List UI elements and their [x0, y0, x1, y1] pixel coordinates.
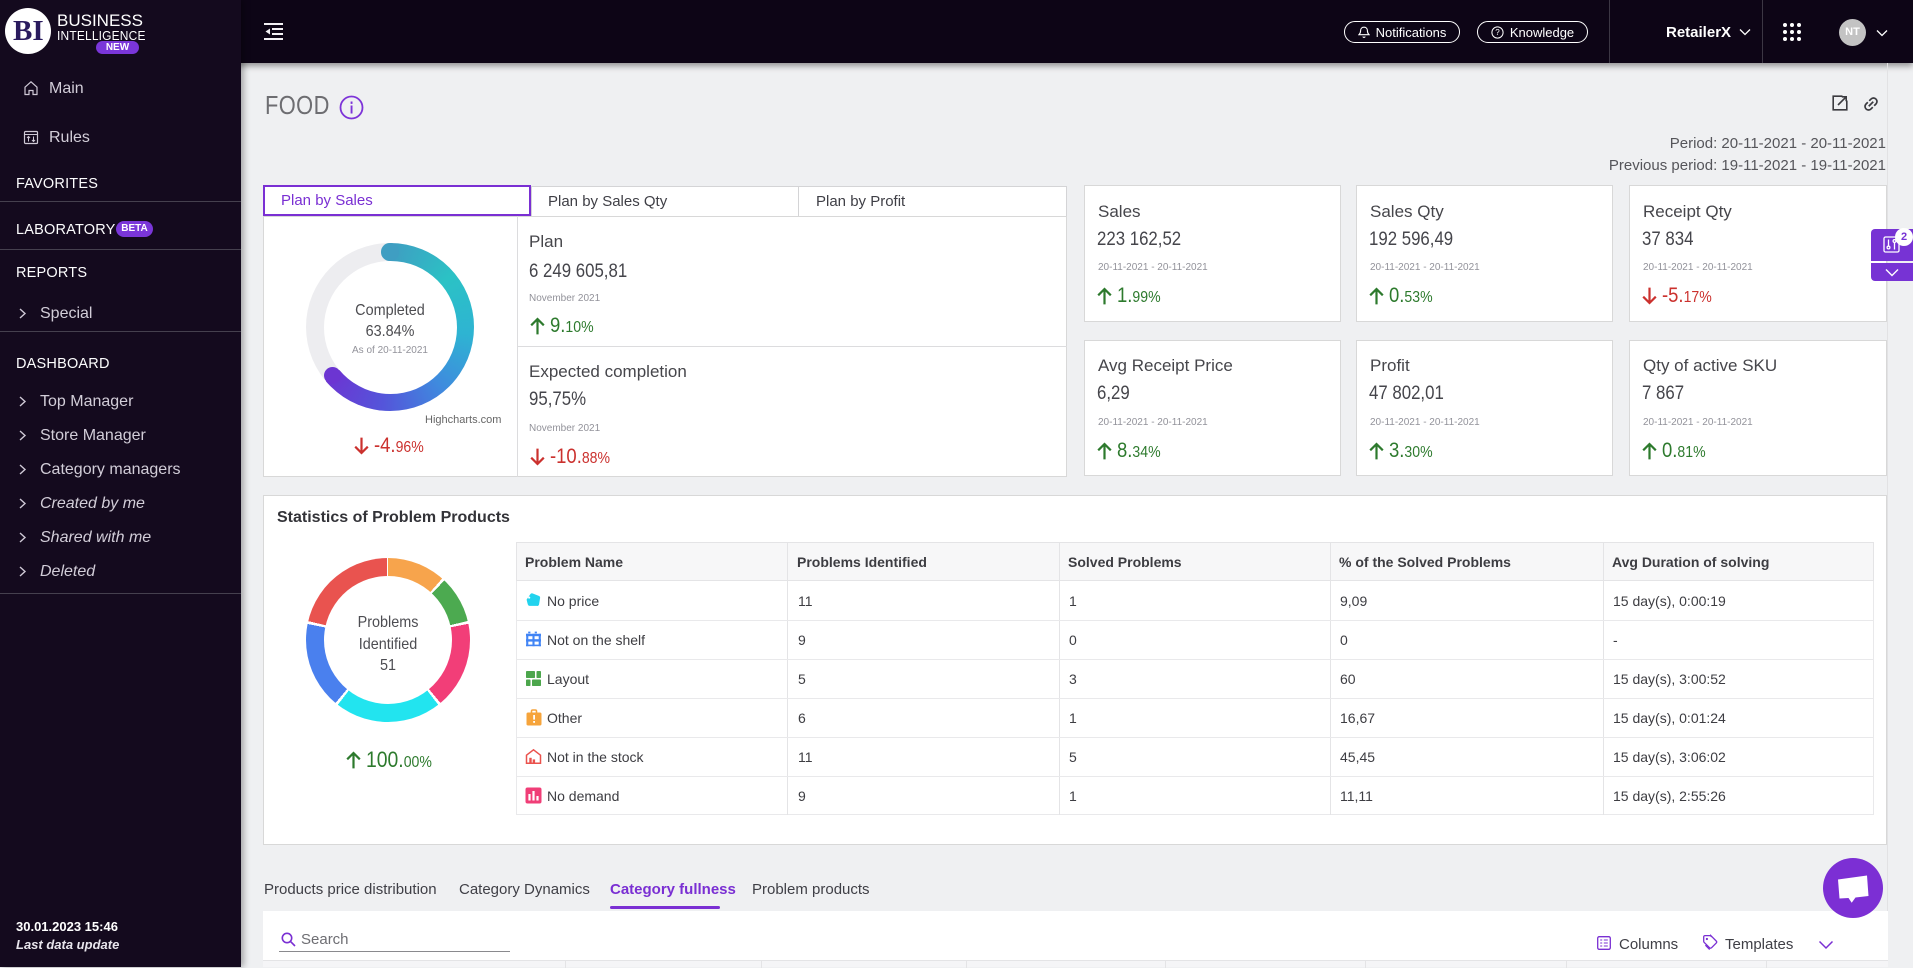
- svg-text:?: ?: [1495, 28, 1500, 37]
